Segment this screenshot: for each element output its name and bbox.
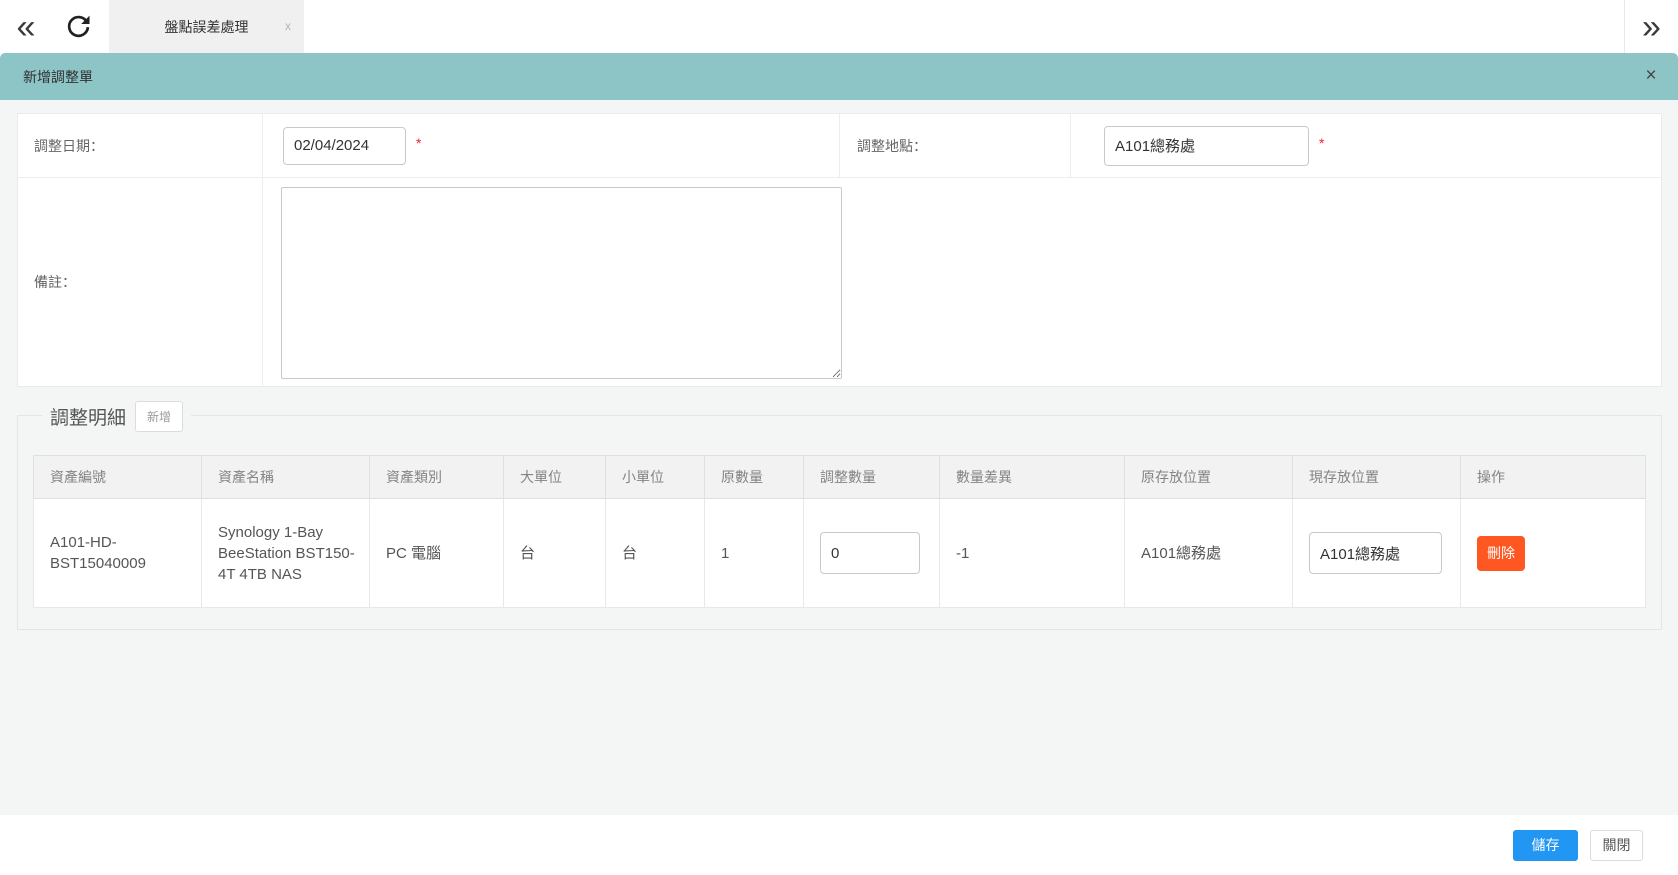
dialog-title: 新增調整單 — [23, 67, 93, 87]
dialog-body: 調整日期： * 調整地點： * 備註： 調整明細 新增 — [0, 100, 1678, 815]
required-asterisk: * — [1319, 135, 1324, 151]
refresh-icon — [66, 14, 91, 39]
details-table: 資產編號 資產名稱 資產類別 大單位 小單位 原數量 調整數量 數量差異 原存放… — [33, 455, 1646, 608]
details-title: 調整明細 — [50, 403, 126, 430]
date-input[interactable] — [283, 127, 406, 165]
table-row: A101-HD-BST15040009 Synology 1-Bay BeeSt… — [34, 499, 1646, 608]
close-button[interactable]: 關閉 — [1590, 830, 1643, 861]
double-chevron-left-icon: « — [17, 10, 36, 44]
adjustment-form: 調整日期： * 調整地點： * 備註： — [17, 113, 1662, 387]
col-header-qty-diff: 數量差異 — [940, 456, 1125, 499]
cell-asset-type: PC 電腦 — [370, 499, 504, 608]
location-field-cell: * — [1071, 114, 1661, 178]
col-header-asset-name: 資產名稱 — [202, 456, 370, 499]
notes-field-cell — [263, 178, 1661, 386]
dialog-header: 新增調整單 × — [0, 53, 1678, 100]
col-header-asset-type: 資產類別 — [370, 456, 504, 499]
tab-label: 盤點誤差處理 — [165, 17, 249, 37]
details-fieldset: 調整明細 新增 資產編號 資產名稱 資產類別 大單位 小單位 原數量 調整數量 … — [17, 415, 1662, 630]
notes-textarea[interactable] — [281, 187, 842, 379]
cell-qty-original: 1 — [705, 499, 804, 608]
required-asterisk: * — [416, 135, 421, 151]
cell-qty-adjust — [804, 499, 940, 608]
col-header-qty-original: 原數量 — [705, 456, 804, 499]
cell-asset-name: Synology 1-Bay BeeStation BST150-4T 4TB … — [202, 499, 370, 608]
col-header-unit-large: 大單位 — [504, 456, 606, 499]
cell-unit-large: 台 — [504, 499, 606, 608]
location-label: 調整地點： — [857, 136, 927, 156]
double-chevron-right-icon: » — [1642, 10, 1661, 44]
collapse-right-button[interactable]: » — [1624, 0, 1678, 53]
cell-asset-no: A101-HD-BST15040009 — [34, 499, 202, 608]
collapse-left-button[interactable]: « — [6, 0, 46, 53]
cell-actions: 刪除 — [1461, 499, 1646, 608]
date-label-cell: 調整日期： — [18, 114, 263, 178]
col-header-unit-small: 小單位 — [606, 456, 705, 499]
col-header-qty-adjust: 調整數量 — [804, 456, 940, 499]
col-header-location-current: 現存放位置 — [1293, 456, 1461, 499]
location-current-input[interactable] — [1309, 532, 1442, 574]
tab-inventory-discrepancy[interactable]: 盤點誤差處理 x — [109, 0, 304, 53]
details-legend: 調整明細 新增 — [42, 401, 191, 432]
location-input[interactable] — [1104, 126, 1309, 166]
cell-location-current — [1293, 499, 1461, 608]
col-header-asset-no: 資產編號 — [34, 456, 202, 499]
date-label: 調整日期： — [34, 136, 104, 156]
col-header-location-original: 原存放位置 — [1125, 456, 1293, 499]
add-row-button[interactable]: 新增 — [135, 401, 183, 432]
col-header-actions: 操作 — [1461, 456, 1646, 499]
notes-label-cell: 備註： — [18, 178, 263, 386]
qty-adjust-input[interactable] — [820, 532, 920, 574]
refresh-button[interactable] — [58, 0, 98, 53]
cell-location-original: A101總務處 — [1125, 499, 1293, 608]
delete-row-button[interactable]: 刪除 — [1477, 536, 1525, 571]
dialog-close-icon[interactable]: × — [1640, 65, 1662, 87]
cell-unit-small: 台 — [606, 499, 705, 608]
notes-label: 備註： — [34, 272, 76, 292]
tab-close-icon[interactable]: x — [285, 19, 291, 33]
dialog-footer: 儲存 關閉 — [0, 815, 1678, 875]
save-button[interactable]: 儲存 — [1513, 830, 1578, 861]
location-label-cell: 調整地點： — [840, 114, 1071, 178]
cell-qty-diff: -1 — [940, 499, 1125, 608]
browser-tab-bar: « 盤點誤差處理 x » — [0, 0, 1678, 53]
date-field-cell: * — [263, 114, 840, 178]
table-header-row: 資產編號 資產名稱 資產類別 大單位 小單位 原數量 調整數量 數量差異 原存放… — [34, 456, 1646, 499]
